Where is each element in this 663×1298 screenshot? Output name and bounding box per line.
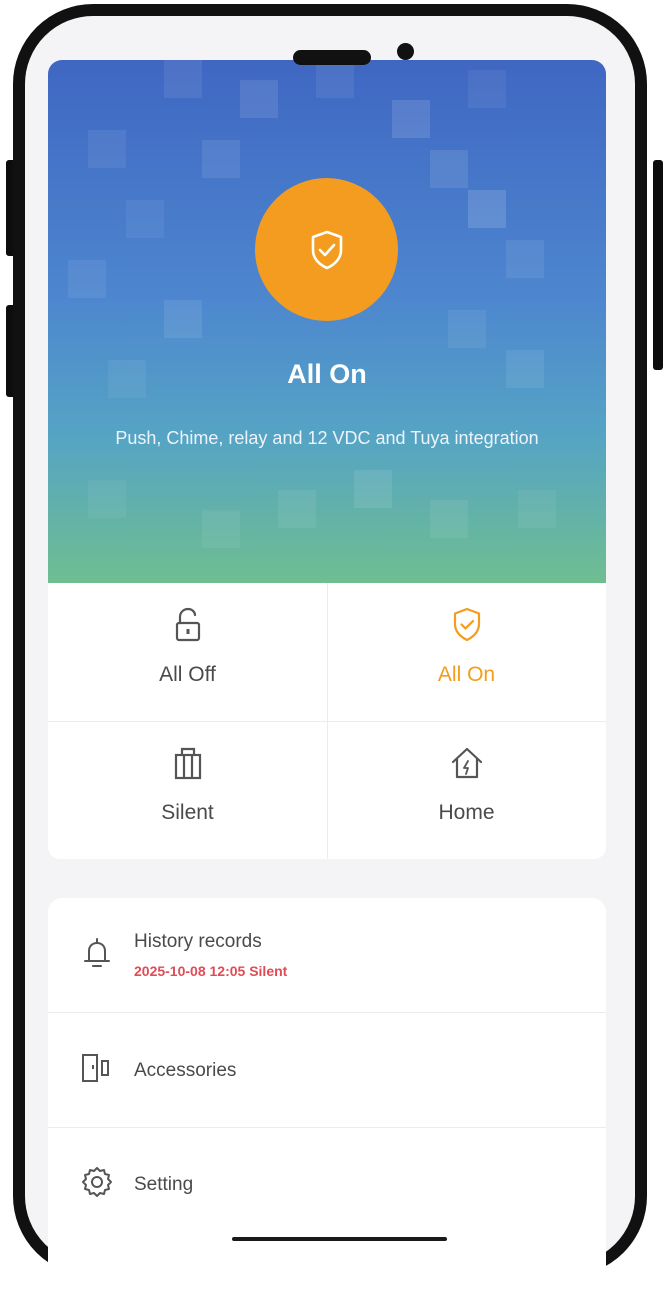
history-records-row[interactable]: History records 2025-10-08 12:05 Silent (48, 898, 606, 1010)
mode-selector-grid: All Off All On Silent Home (48, 583, 606, 859)
app-screen: All On Push, Chime, relay and 12 VDC and… (48, 60, 606, 1298)
gear-icon (82, 1167, 112, 1197)
setting-row[interactable]: Setting (48, 1127, 606, 1239)
mode-label: All Off (159, 663, 216, 686)
mode-label: Silent (161, 801, 214, 824)
power-side-button (653, 160, 663, 370)
mode-label: Home (438, 801, 495, 824)
history-records-title: History records (134, 931, 262, 952)
setting-title: Setting (134, 1174, 194, 1195)
bell-icon (84, 938, 110, 967)
history-latest-record: 2025-10-08 12:05 Silent (134, 963, 288, 979)
unlocked-padlock-icon (175, 607, 200, 642)
building-icon (174, 747, 201, 780)
mode-home-button[interactable]: Home (327, 721, 606, 859)
status-title: All On (287, 359, 367, 389)
accessories-row[interactable]: Accessories (48, 1012, 606, 1124)
status-description: Push, Chime, relay and 12 VDC and Tuya i… (115, 428, 539, 448)
shield-check-icon (311, 230, 342, 269)
home-icon (451, 747, 482, 779)
home-indicator[interactable] (232, 1237, 447, 1241)
pixel-mosaic-background (68, 60, 556, 548)
mode-all-off-button[interactable]: All Off (48, 583, 327, 721)
mode-label: All On (437, 663, 496, 686)
mode-silent-button[interactable]: Silent (48, 721, 327, 859)
status-hero: All On Push, Chime, relay and 12 VDC and… (48, 60, 606, 583)
accessories-title: Accessories (134, 1060, 237, 1081)
status-indicator-circle (255, 178, 398, 321)
mode-all-on-button[interactable]: All On (327, 583, 606, 721)
front-camera (397, 43, 414, 60)
shield-check-icon (453, 607, 480, 642)
speaker-grille (293, 50, 371, 65)
door-sensor-icon (82, 1054, 109, 1082)
